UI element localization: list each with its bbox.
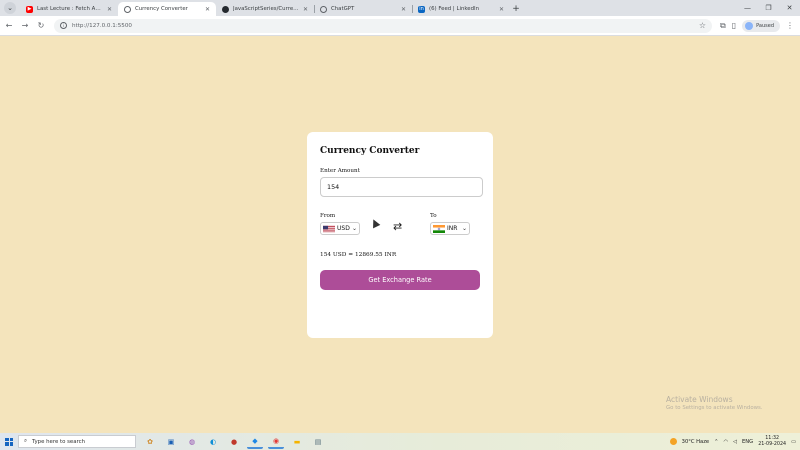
volume-icon[interactable]: ◁ [733, 439, 737, 445]
watermark-subtitle: Go to Settings to activate Windows. [666, 405, 763, 411]
close-icon[interactable]: ✕ [499, 6, 504, 13]
back-icon[interactable]: ← [2, 19, 16, 33]
minimize-icon[interactable]: — [737, 0, 758, 16]
page-title: Currency Converter [320, 146, 420, 156]
tab-github[interactable]: JavaScriptSeries/CurrencyCon... ✕ [216, 2, 314, 16]
terminal-app-icon[interactable]: ▤ [310, 434, 326, 449]
tab-search-icon[interactable]: ⌄ [4, 2, 16, 14]
us-flag-icon [323, 225, 335, 232]
chatgpt-icon [320, 5, 327, 13]
clock[interactable]: 11:32 21-09-2024 [758, 436, 786, 448]
exchange-result: 154 USD = 12869.55 INR [320, 252, 397, 258]
weather-icon [669, 438, 677, 445]
forward-icon[interactable]: → [18, 19, 32, 33]
to-currency-value: INR [447, 225, 458, 232]
chrome-icon[interactable]: ◉ [268, 434, 284, 449]
chevron-down-icon: ⌄ [461, 225, 467, 232]
weather-text[interactable]: 30°C Haze [682, 439, 709, 445]
more-menu-icon[interactable]: ⋮ [786, 21, 794, 30]
amount-input[interactable] [320, 177, 483, 197]
search-icon: ⌕ [24, 438, 28, 444]
tab-chatgpt[interactable]: ChatGPT ✕ [314, 2, 412, 16]
activation-watermark: Activate Windows Go to Settings to activ… [666, 395, 763, 411]
reload-icon[interactable]: ↻ [34, 19, 48, 33]
taskbar-apps: ✿ ▣ ◍ ◐ ● ◆ ◉ ▬ ▤ [142, 434, 326, 449]
new-tab-button[interactable]: + [510, 2, 522, 16]
browser-toolbar: ← → ↻ i http://127.0.0.1:5500 ☆ ⧉ ▯ Paus… [0, 16, 800, 36]
window-controls: — ❐ ✕ [737, 0, 800, 16]
taskbar-search[interactable]: ⌕ Type here to search [18, 435, 136, 448]
maximize-icon[interactable]: ❐ [758, 0, 779, 16]
watermark-title: Activate Windows [666, 395, 733, 404]
address-bar[interactable]: i http://127.0.0.1:5500 ☆ [54, 18, 712, 33]
windows-taskbar: ⌕ Type here to search ✿ ▣ ◍ ◐ ● ◆ ◉ ▬ ▤ … [0, 433, 800, 450]
swap-arrows-icon[interactable]: ⇄ [393, 220, 402, 233]
from-currency-select[interactable]: USD ⌄ [320, 222, 360, 235]
tab-linkedin[interactable]: in (6) Feed | LinkedIn ✕ [412, 2, 510, 16]
sidebar-icon[interactable]: ▯ [732, 21, 736, 30]
tray-chevron-icon[interactable]: ⌃ [714, 439, 718, 445]
task-view-icon[interactable]: ▣ [163, 434, 179, 449]
india-flag-icon [433, 224, 445, 233]
tab-title: ChatGPT [331, 6, 355, 12]
tab-last-lecture[interactable]: ▶ Last Lecture : Fetch API with Fr... ✕ [20, 2, 118, 16]
notification-icon[interactable]: ▭ [791, 439, 796, 445]
start-button[interactable] [0, 433, 18, 450]
taskbar-search-placeholder: Type here to search [32, 438, 86, 445]
close-window-icon[interactable]: ✕ [779, 0, 800, 16]
url-text[interactable]: http://127.0.0.1:5500 [72, 23, 694, 29]
to-group: To INR ⌄ [430, 213, 470, 235]
vscode-icon[interactable]: ◆ [247, 434, 263, 449]
bookmark-star-icon[interactable]: ☆ [699, 21, 706, 30]
tab-title: (6) Feed | LinkedIn [429, 6, 480, 12]
amount-label: Enter Amount [320, 168, 360, 174]
tab-title: Last Lecture : Fetch API with Fr... [37, 6, 103, 12]
media-app-icon[interactable]: ● [226, 434, 242, 449]
close-icon[interactable]: ✕ [107, 6, 112, 13]
network-icon[interactable]: ◠ [723, 439, 728, 445]
extensions-icon[interactable]: ⧉ [720, 21, 726, 31]
tab-title: Currency Converter [135, 6, 188, 12]
close-icon[interactable]: ✕ [401, 6, 406, 13]
to-currency-select[interactable]: INR ⌄ [430, 222, 470, 235]
edge-icon[interactable]: ◐ [205, 434, 221, 449]
linkedin-icon: in [418, 5, 425, 13]
tab-currency-converter[interactable]: Currency Converter ✕ [118, 2, 216, 16]
system-tray: 30°C Haze ⌃ ◠ ◁ ENG 11:32 21-09-2024 ▭ [669, 436, 800, 448]
profile-status: Paused [756, 22, 775, 29]
avatar [745, 21, 754, 30]
converter-card: Currency Converter Enter Amount From USD… [307, 132, 493, 338]
language-indicator[interactable]: ENG [742, 439, 753, 445]
clock-date: 21-09-2024 [758, 441, 787, 447]
site-info-icon[interactable]: i [60, 22, 67, 29]
chevron-down-icon: ⌄ [351, 225, 357, 232]
tab-title: JavaScriptSeries/CurrencyCon... [233, 6, 299, 12]
from-currency-value: USD [337, 225, 350, 232]
copilot-icon[interactable]: ◍ [184, 434, 200, 449]
get-exchange-rate-button[interactable]: Get Exchange Rate [320, 270, 480, 290]
youtube-icon: ▶ [26, 5, 33, 13]
globe-icon [124, 5, 131, 13]
to-label: To [430, 213, 437, 219]
widgets-icon[interactable]: ✿ [142, 434, 158, 449]
github-icon [222, 5, 229, 13]
windows-logo-icon [5, 437, 13, 446]
close-icon[interactable]: ✕ [205, 6, 210, 13]
close-icon[interactable]: ✕ [303, 6, 308, 13]
file-explorer-icon[interactable]: ▬ [289, 434, 305, 449]
profile-button[interactable]: Paused [742, 19, 781, 32]
browser-tab-bar: ⌄ ▶ Last Lecture : Fetch API with Fr... … [0, 0, 800, 16]
